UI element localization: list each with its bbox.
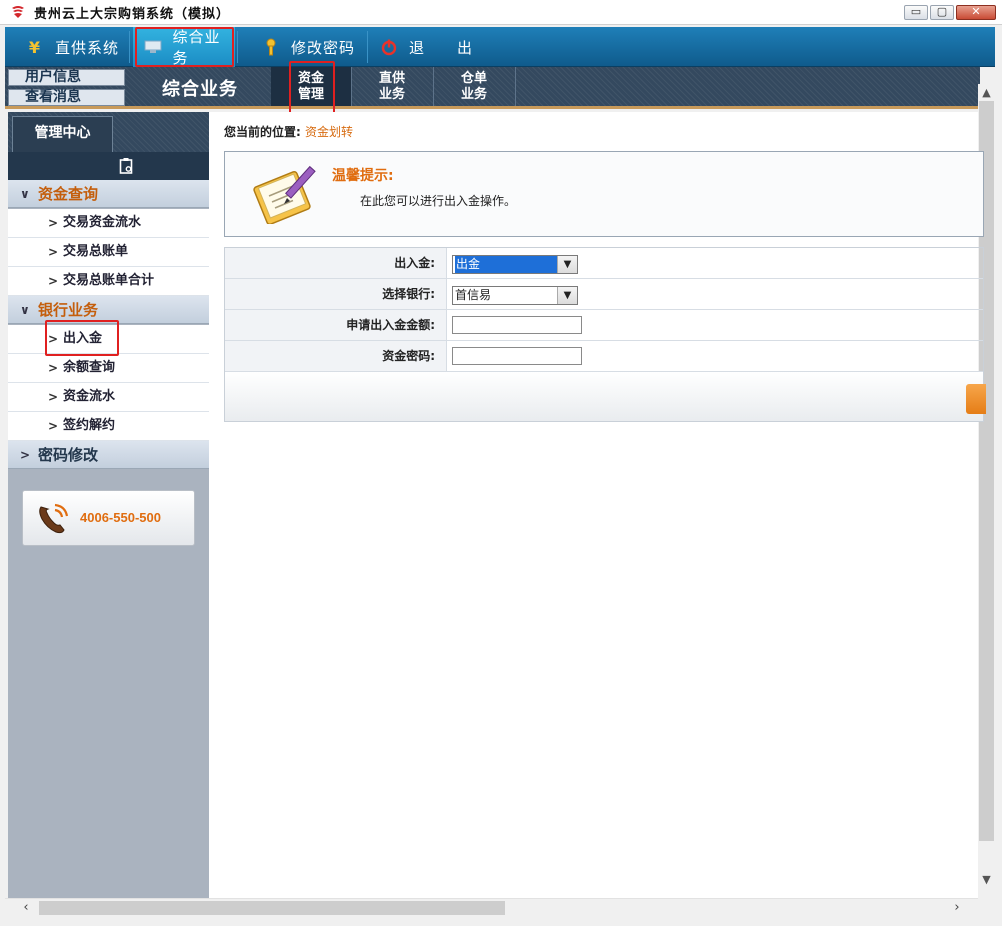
transfer-form: 出入金: 出金 ▼ 选择银行: 首信易 ▼ 申请出入金金额: 资金密码: (224, 247, 986, 422)
hotline-number: 4006-550-500 (80, 510, 161, 525)
highlight-box-tab (289, 61, 335, 115)
view-messages-button[interactable]: 查看消息 (8, 89, 125, 106)
horizontal-scrollbar[interactable]: ‹ › (5, 898, 978, 916)
submit-button[interactable] (966, 384, 986, 414)
power-icon (379, 37, 399, 57)
chevron-right-icon: > (48, 361, 59, 375)
clipboard-icon[interactable] (119, 157, 133, 174)
form-row: 申请出入金金额: (225, 310, 983, 341)
nav-direct-supply[interactable]: ¥ 直供系统 (5, 27, 128, 67)
sidebar-group-password-change[interactable]: > 密码修改 (8, 441, 209, 469)
window-titlebar: 贵州云上大宗购销系统（模拟） ▭ ▢ ✕ (0, 0, 1002, 25)
chevron-right-icon: > (48, 216, 59, 230)
maximize-button[interactable]: ▢ (930, 5, 954, 20)
scroll-left-icon[interactable]: ‹ (17, 899, 35, 917)
window-title: 贵州云上大宗购销系统（模拟） (34, 7, 231, 22)
chevron-right-icon: > (48, 390, 59, 404)
fund-password-input[interactable] (452, 347, 582, 365)
sidebar-item-balance-query[interactable]: > 余额查询 (8, 354, 209, 383)
breadcrumb: 您当前的位置: 资金划转 (224, 125, 354, 139)
breadcrumb-current[interactable]: 资金划转 (305, 125, 353, 139)
notepad-pencil-icon (253, 165, 316, 224)
chevron-down-icon: ▼ (557, 287, 577, 304)
app-logo-icon (12, 6, 24, 18)
form-actions (225, 372, 986, 421)
sidebar-item-trade-ledger-total[interactable]: > 交易总账单合计 (8, 267, 209, 296)
form-row: 资金密码: (225, 341, 983, 372)
sidebar-group-fund-query[interactable]: ∨ 资金查询 (8, 180, 209, 208)
minimize-button[interactable]: ▭ (904, 5, 928, 20)
hotline-box: 4006-550-500 (22, 490, 195, 546)
key-icon (261, 37, 281, 57)
tip-title: 温馨提示: (332, 168, 394, 184)
main-content: 您当前的位置: 资金划转 温馨提示: 在此您可以进行出入金操作。 出入金: 出金… (209, 112, 986, 899)
direction-label: 出入金: (225, 248, 447, 278)
tip-text: 在此您可以进行出入金操作。 (360, 194, 517, 208)
close-button[interactable]: ✕ (956, 5, 996, 20)
chevron-down-icon: ∨ (20, 303, 30, 317)
sidebar: 管理中心 ∨ 资金查询 > 交易资金流水 > 交易总账单 > 交易总账单合计 ∨… (8, 112, 209, 899)
direction-select[interactable]: 出金 ▼ (452, 255, 578, 274)
chevron-right-icon: > (20, 448, 31, 462)
chevron-down-icon: ▼ (557, 256, 577, 273)
scroll-down-icon[interactable]: ▼ (978, 871, 995, 888)
sub-header: 用户信息 查看消息 综合业务 资金 管理 直供 业务 仓单 业务 (5, 67, 980, 109)
form-row: 出入金: 出金 ▼ (225, 248, 983, 279)
scroll-right-icon[interactable]: › (948, 899, 966, 917)
form-row: 选择银行: 首信易 ▼ (225, 279, 983, 310)
nav-logout[interactable]: 退 出 (371, 27, 491, 67)
yen-icon: ¥ (28, 37, 42, 57)
chevron-right-icon: > (48, 419, 59, 433)
amount-label: 申请出入金金额: (225, 310, 447, 340)
phone-icon (39, 503, 69, 534)
tab-management-center[interactable]: 管理中心 (12, 116, 113, 152)
scroll-thumb[interactable] (39, 901, 505, 915)
sidebar-item-trade-ledger[interactable]: > 交易总账单 (8, 238, 209, 267)
tip-box: 温馨提示: 在此您可以进行出入金操作。 (224, 151, 984, 237)
bank-select[interactable]: 首信易 ▼ (452, 286, 578, 305)
sidebar-item-fund-flow[interactable]: > 资金流水 (8, 383, 209, 412)
section-title: 综合业务 (162, 79, 238, 100)
sidebar-item-sign-cancel[interactable]: > 签约解约 (8, 412, 209, 441)
tab-warehouse-receipt-business[interactable]: 仓单 业务 (434, 67, 514, 106)
scroll-up-icon[interactable]: ▲ (978, 84, 995, 101)
highlight-box-sidebar (45, 320, 119, 356)
amount-input[interactable] (452, 316, 582, 334)
bank-label: 选择银行: (225, 279, 447, 309)
chevron-right-icon: > (48, 245, 59, 259)
fund-password-label: 资金密码: (225, 341, 447, 371)
tab-direct-supply-business[interactable]: 直供 业务 (352, 67, 432, 106)
highlight-box-nav (135, 27, 234, 67)
sidebar-item-trade-fund-flow[interactable]: > 交易资金流水 (8, 209, 209, 238)
chevron-right-icon: > (48, 274, 59, 288)
chevron-down-icon: ∨ (20, 187, 30, 201)
user-info-button[interactable]: 用户信息 (8, 69, 125, 86)
